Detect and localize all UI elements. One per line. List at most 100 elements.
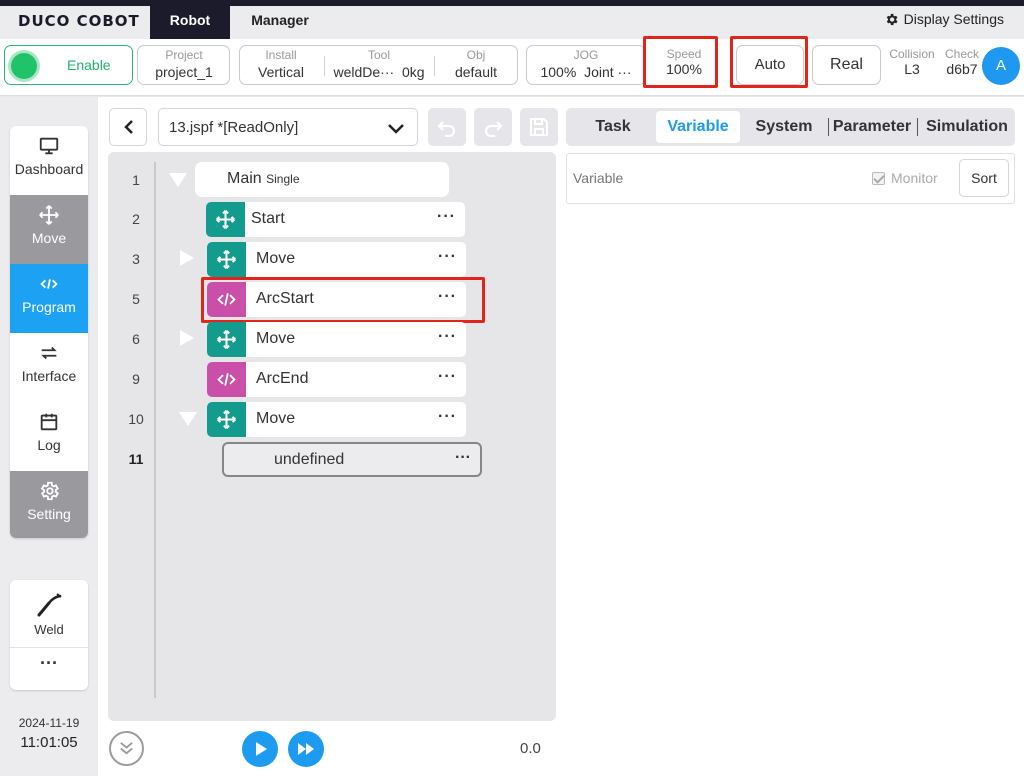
project-value: project_1 (155, 64, 213, 80)
sort-button[interactable]: Sort (959, 159, 1009, 197)
more-button[interactable]: ··· (10, 648, 88, 690)
project-box[interactable]: Project project_1 (137, 45, 230, 85)
tab-robot[interactable]: Robot (150, 6, 230, 39)
sidebar-item-program[interactable]: Program (10, 264, 88, 333)
line-number: 2 (132, 211, 140, 227)
save-icon (530, 118, 548, 136)
tab-manager[interactable]: Manager (230, 6, 330, 39)
sidebar-item-log[interactable]: Log (10, 402, 88, 471)
tree-node-main[interactable]: Main Single (195, 162, 449, 197)
obj-value: default (454, 64, 498, 80)
tool-value: weldDe··· (333, 64, 395, 80)
gear-icon (886, 13, 898, 25)
monitor-label: Monitor (891, 170, 938, 186)
avatar[interactable]: A (982, 47, 1020, 85)
collapse-triangle-icon[interactable] (179, 412, 197, 426)
date-text: 2024-11-19 (18, 716, 80, 730)
line-number: 9 (132, 371, 140, 387)
node-menu-button[interactable]: ··· (438, 368, 457, 386)
tree-node-move[interactable]: Move ··· (207, 402, 466, 437)
plugin-group: Weld ··· (10, 580, 88, 690)
check-indicator[interactable]: Check d6b7 (942, 47, 982, 77)
play-button[interactable] (242, 731, 278, 767)
jog-mode: Joint ··· (584, 64, 632, 80)
chevron-double-down-icon (120, 742, 133, 755)
tree-node-undefined[interactable]: undefined ··· (222, 442, 482, 477)
time-text: 11:01:05 (20, 734, 78, 751)
config-box[interactable]: Install Vertical Tool weldDe··· 0kg Obj … (239, 45, 518, 85)
move-arrows-icon (207, 322, 246, 357)
node-menu-button[interactable]: ··· (438, 248, 457, 266)
node-menu-button[interactable]: ··· (438, 408, 457, 426)
redo-button[interactable] (474, 108, 512, 146)
node-menu-button[interactable]: ··· (437, 208, 456, 226)
variable-header: Variable Monitor Sort (566, 153, 1015, 204)
program-file-select[interactable]: 13.jspf *[ReadOnly] (158, 108, 418, 146)
move-arrows-icon (206, 202, 245, 237)
collision-indicator[interactable]: Collision L3 (886, 47, 938, 77)
play-icon (256, 742, 267, 756)
tool-weight: 0kg (401, 64, 425, 80)
project-caption: Project (165, 48, 203, 62)
sidebar-item-interface[interactable]: Interface (10, 333, 88, 402)
node-label: ArcEnd (256, 370, 309, 387)
monitor-icon (39, 137, 59, 155)
expand-triangle-icon[interactable] (180, 330, 194, 346)
run-time: 0.0 (520, 740, 541, 757)
tab-simulation[interactable]: Simulation (919, 108, 1015, 146)
collapse-all-button[interactable] (109, 731, 144, 766)
sidebar-item-setting[interactable]: Setting (10, 471, 88, 538)
tab-task[interactable]: Task (576, 108, 650, 146)
sidebar-item-label: Dashboard (14, 161, 84, 177)
tree-node-move[interactable]: Move ··· (207, 322, 466, 357)
tab-parameter[interactable]: Parameter (830, 108, 914, 146)
highlight-arcstart (201, 277, 485, 323)
sidebar-item-dashboard[interactable]: Dashboard (10, 126, 88, 195)
enable-button[interactable]: Enable (4, 45, 133, 85)
move-arrows-icon (207, 402, 246, 437)
node-menu-button[interactable]: ··· (455, 449, 471, 467)
enable-label: Enable (67, 57, 111, 73)
highlight-speed (643, 36, 718, 88)
tree-node-arcend[interactable]: ArcEnd ··· (207, 362, 466, 397)
collapse-triangle-icon[interactable] (169, 173, 187, 187)
line-number: 6 (132, 331, 140, 347)
top-nav: DUCO COBOT Robot Manager Display Setting… (0, 0, 1024, 39)
highlight-auto (730, 36, 808, 88)
node-menu-button[interactable]: ··· (438, 328, 457, 346)
display-settings-button[interactable]: Display Settings (884, 11, 1004, 27)
power-status-icon (11, 53, 37, 79)
chevron-down-icon (388, 124, 404, 134)
clock: 2024-11-19 11:01:05 (0, 716, 98, 751)
save-button[interactable] (520, 108, 558, 146)
sidebar-item-weld[interactable]: Weld (10, 580, 88, 648)
step-button[interactable] (288, 731, 324, 767)
tab-system[interactable]: System (746, 108, 822, 146)
tree-node-start[interactable]: Start ··· (206, 202, 465, 237)
node-sublabel: Single (266, 172, 300, 186)
jog-value: 100% (540, 64, 577, 80)
code-icon (207, 362, 246, 397)
collision-value: L3 (904, 61, 920, 77)
back-button[interactable] (109, 108, 147, 146)
node-label: undefined (274, 451, 345, 468)
tool-caption: Tool (367, 48, 390, 62)
sidebar-item-label: Interface (21, 368, 77, 384)
sidebar-item-move[interactable]: Move (10, 195, 88, 264)
move-arrows-icon (207, 242, 246, 277)
divider (324, 56, 325, 76)
undo-button[interactable] (428, 108, 466, 146)
expand-triangle-icon[interactable] (180, 250, 194, 266)
panel-tabs: Task Variable System Parameter Simulatio… (566, 108, 1015, 146)
node-label: Move (256, 330, 296, 347)
tab-variable[interactable]: Variable (656, 111, 740, 143)
real-button[interactable]: Real (812, 45, 881, 85)
program-file-name: 13.jspf *[ReadOnly] (169, 119, 299, 136)
gear-icon (40, 481, 60, 501)
tree-node-move[interactable]: Move ··· (207, 242, 466, 277)
calendar-icon (40, 413, 58, 431)
install-caption: Install (265, 48, 297, 62)
monitor-checkbox[interactable]: Monitor (872, 170, 938, 186)
jog-box[interactable]: JOG 100% Joint ··· (526, 45, 646, 85)
sidebar-item-label: Log (37, 437, 61, 453)
